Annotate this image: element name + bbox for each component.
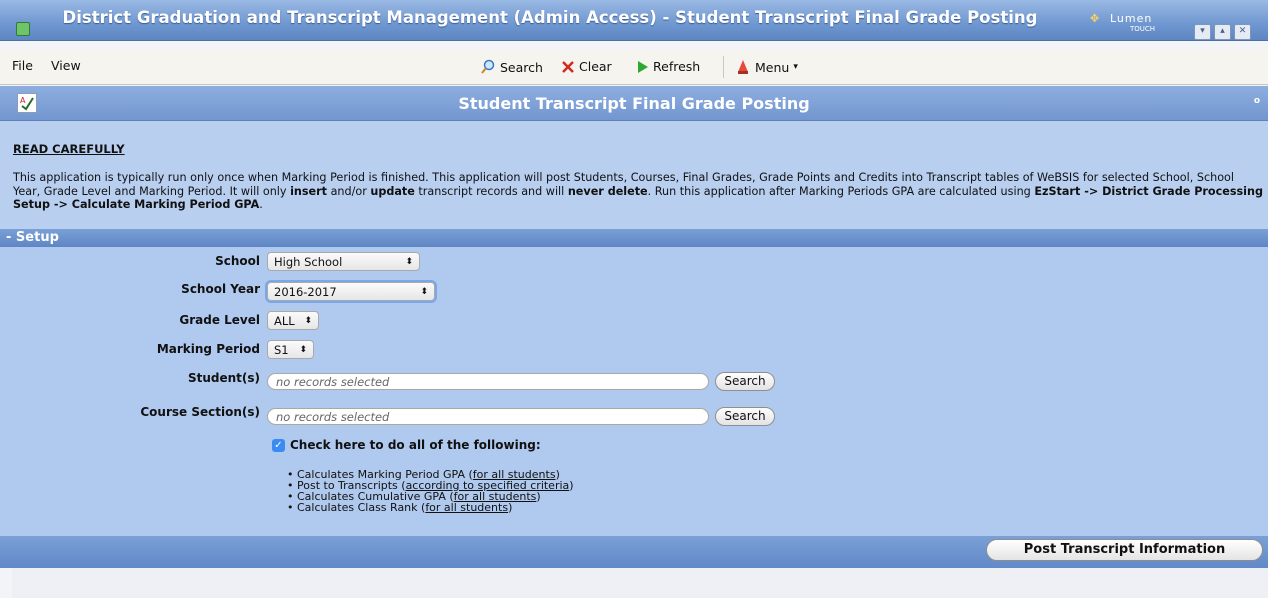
read-carefully-heading: READ CAREFULLY [13,142,125,156]
setup-section-header[interactable]: - Setup [0,229,1268,247]
menu-tool-label: Menu [755,59,790,75]
bottom-panel [12,568,1268,598]
course-sections-input[interactable]: no records selected [267,408,709,425]
post-transcript-button[interactable]: Post Transcript Information [986,539,1263,561]
school-year-select[interactable]: 2016-2017 ⬍ [267,282,435,301]
bullet-text: ) [569,479,574,492]
toolbar-divider [723,56,724,78]
refresh-icon [638,60,648,73]
notice-text-part: and/or [327,184,371,198]
close-icon[interactable]: ✕ [1234,24,1251,40]
clear-tool-button[interactable]: Clear [561,59,612,74]
marking-period-select-value: S1 [274,343,289,357]
select-arrows-icon: ⬍ [420,287,428,297]
search-tool-label: Search [500,59,543,75]
menu-file[interactable]: File [12,58,33,73]
notice-text: This application is typically run only o… [13,171,1263,212]
notice-text-part: transcript records and will [414,184,568,198]
lumen-logo: ✥ Lumen TOUCH [1090,12,1155,33]
select-arrows-icon: ⬍ [304,316,312,326]
notice-bold-never-delete: never delete [567,184,648,198]
notice-panel: READ CAREFULLY This application is typic… [0,121,1268,229]
maximize-icon[interactable]: ▴ [1214,24,1231,40]
refresh-tool-label: Refresh [653,59,701,74]
refresh-tool-button[interactable]: Refresh [637,59,700,74]
clear-tool-label: Clear [579,59,612,74]
list-item: • Calculates Class Rank (for all student… [287,501,513,514]
search-tool-button[interactable]: Search [480,59,543,75]
menubar: File View Search Clear Refresh Menu ▾ [0,50,1268,85]
app-icon [16,22,30,36]
lumen-logo-icon: ✥ [1090,12,1101,25]
marking-period-select[interactable]: S1 ⬍ [267,340,314,359]
menu-tool-button[interactable]: Menu ▾ [735,59,798,75]
notice-bold-insert: insert [290,184,328,198]
students-input[interactable]: no records selected [267,373,709,390]
notice-text-part: . Run this application after Marking Per… [647,184,1035,198]
menu-icon [738,60,748,74]
course-sections-search-button[interactable]: Search [715,407,775,426]
menu-view[interactable]: View [51,58,81,73]
school-select[interactable]: High School ⬍ [267,252,420,271]
page-title: Student Transcript Final Grade Posting [458,94,810,113]
setup-form: School High School ⬍ School Year 2016-201… [0,247,1268,536]
brand-sub: TOUCH [1130,25,1156,33]
search-icon [481,59,495,74]
bullet-link[interactable]: for all students [425,501,508,514]
brand-name: Lumen [1110,12,1153,25]
school-select-value: High School [274,255,343,269]
check-all-label: Check here to do all of the following: [290,438,541,452]
school-year-select-value: 2016-2017 [274,285,337,299]
window-titlebar: District Graduation and Transcript Manag… [0,0,1268,41]
minimize-icon[interactable]: ▾ [1194,24,1211,40]
school-label: School [215,254,260,268]
bullet-text: Calculates Class Rank ( [297,501,426,514]
corner-indicator: o [1253,96,1260,106]
chevron-down-icon: ▾ [793,62,798,72]
students-label: Student(s) [187,371,260,385]
select-arrows-icon: ⬍ [299,345,307,355]
page-header: A Student Transcript Final Grade Posting… [0,86,1268,121]
students-search-button[interactable]: Search [715,372,775,391]
grade-level-label: Grade Level [179,313,260,327]
window-title: District Graduation and Transcript Manag… [62,8,1038,27]
grade-level-select-value: ALL [274,314,295,328]
bullet-text: ) [508,501,513,514]
clear-icon [562,60,574,73]
check-all-checkbox[interactable]: ✓ [272,439,285,452]
bullet-text: ) [536,490,541,503]
notice-bold-update: update [370,184,415,198]
course-sections-label: Course Section(s) [140,405,260,419]
school-year-label: School Year [181,282,260,296]
marking-period-label: Marking Period [156,342,260,356]
grade-level-select[interactable]: ALL ⬍ [267,311,319,330]
notice-text-part: . [259,198,263,211]
select-arrows-icon: ⬍ [405,257,413,267]
